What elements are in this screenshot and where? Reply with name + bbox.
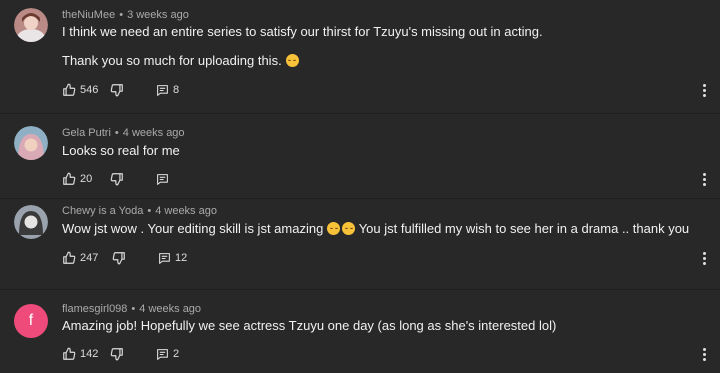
- grinning-sweat-emoji-icon: [285, 54, 299, 67]
- reply-button[interactable]: 12: [158, 250, 187, 266]
- timestamp[interactable]: 4 weeks ago: [123, 127, 185, 139]
- author-name[interactable]: theNiuMee: [62, 9, 115, 21]
- comment-meta: Chewy is a Yoda • 4 weeks ago: [62, 205, 217, 217]
- dislike-button[interactable]: [110, 346, 124, 362]
- like-count: 142: [80, 348, 99, 360]
- more-vertical-icon[interactable]: [698, 346, 710, 362]
- avatar-letter: f: [28, 312, 34, 329]
- comments-panel: theNiuMee • 3 weeks ago I think we need an…: [0, 0, 720, 373]
- thumbs-down-icon: [110, 173, 123, 186]
- timestamp[interactable]: 3 weeks ago: [127, 9, 189, 21]
- author-name[interactable]: Chewy is a Yoda: [62, 205, 143, 217]
- thumbs-up-icon: [63, 83, 76, 96]
- reply-icon: [157, 173, 168, 185]
- reply-count: 12: [175, 252, 188, 264]
- comment-4: f flamesgirl098 • 4 weeks ago Amazing job!…: [0, 290, 720, 373]
- like-button[interactable]: 142: [62, 346, 98, 362]
- reply-count: 2: [173, 348, 180, 360]
- avatar[interactable]: [14, 8, 48, 42]
- reply-icon: [157, 84, 168, 96]
- like-button[interactable]: 247: [62, 250, 98, 266]
- thumbs-down-icon: [112, 252, 125, 265]
- comment-meta: Gela Putri • 4 weeks ago: [62, 127, 185, 139]
- author-name[interactable]: Gela Putri: [62, 127, 111, 139]
- reply-icon: [157, 348, 168, 360]
- dislike-button[interactable]: [110, 171, 124, 187]
- comment-meta: theNiuMee • 3 weeks ago: [62, 9, 189, 21]
- comment-text-line-2: Thank you so much for uploading this.: [62, 53, 299, 68]
- thumbs-up-icon: [63, 172, 76, 185]
- grinning-sweat-emoji-icon: [327, 222, 341, 235]
- reply-button[interactable]: 8: [156, 82, 179, 98]
- author-name[interactable]: flamesgirl098: [62, 303, 127, 315]
- thumbs-down-icon: [110, 348, 123, 361]
- comment-text: Looks so real for me: [62, 143, 180, 158]
- comment-text: Amazing job! Hopefully we see actress Tz…: [62, 318, 557, 333]
- reply-icon: [159, 252, 170, 264]
- timestamp[interactable]: 4 weeks ago: [139, 303, 201, 315]
- like-count: 247: [80, 252, 99, 264]
- avatar[interactable]: [14, 126, 48, 160]
- comment-text-span: Thank you so much for uploading this.: [62, 53, 282, 68]
- dislike-button[interactable]: [110, 82, 124, 98]
- like-count: 546: [80, 84, 99, 96]
- comment-text: Wow jst wow . Your editing skill is jst …: [62, 221, 689, 236]
- comment-meta: flamesgirl098 • 4 weeks ago: [62, 303, 201, 315]
- separator-dot: •: [119, 9, 124, 21]
- more-vertical-icon[interactable]: [698, 82, 710, 98]
- more-vertical-icon[interactable]: [698, 171, 710, 187]
- avatar[interactable]: [14, 205, 48, 239]
- like-button[interactable]: 20: [62, 171, 92, 187]
- thumbs-up-icon: [63, 347, 76, 360]
- reply-button[interactable]: [156, 171, 169, 187]
- like-count: 20: [80, 173, 93, 185]
- separator-dot: •: [114, 127, 119, 139]
- reply-count: 8: [173, 84, 180, 96]
- thumbs-down-icon: [110, 84, 123, 97]
- comment-text-span: You jst fulfilled my wish to see her in …: [355, 221, 690, 236]
- thumbs-up-icon: [63, 251, 76, 264]
- dislike-button[interactable]: [112, 250, 126, 266]
- reply-button[interactable]: 2: [156, 346, 179, 362]
- timestamp[interactable]: 4 weeks ago: [155, 205, 217, 217]
- comment-text: I think we need an entire series to sati…: [62, 24, 543, 39]
- grinning-sweat-emoji-icon: [342, 222, 356, 235]
- comment-3: Chewy is a Yoda • 4 weeks ago Wow jst wow …: [0, 199, 720, 289]
- comment-1: theNiuMee • 3 weeks ago I think we need an…: [0, 0, 720, 110]
- more-vertical-icon[interactable]: [698, 250, 710, 266]
- comment-text-span: Wow jst wow . Your editing skill is jst …: [62, 221, 324, 236]
- like-button[interactable]: 546: [62, 82, 98, 98]
- separator-dot: •: [131, 303, 136, 315]
- avatar[interactable]: f: [14, 304, 48, 338]
- comment-2: Gela Putri • 4 weeks ago Looks so real for…: [0, 114, 720, 198]
- separator-dot: •: [147, 205, 152, 217]
